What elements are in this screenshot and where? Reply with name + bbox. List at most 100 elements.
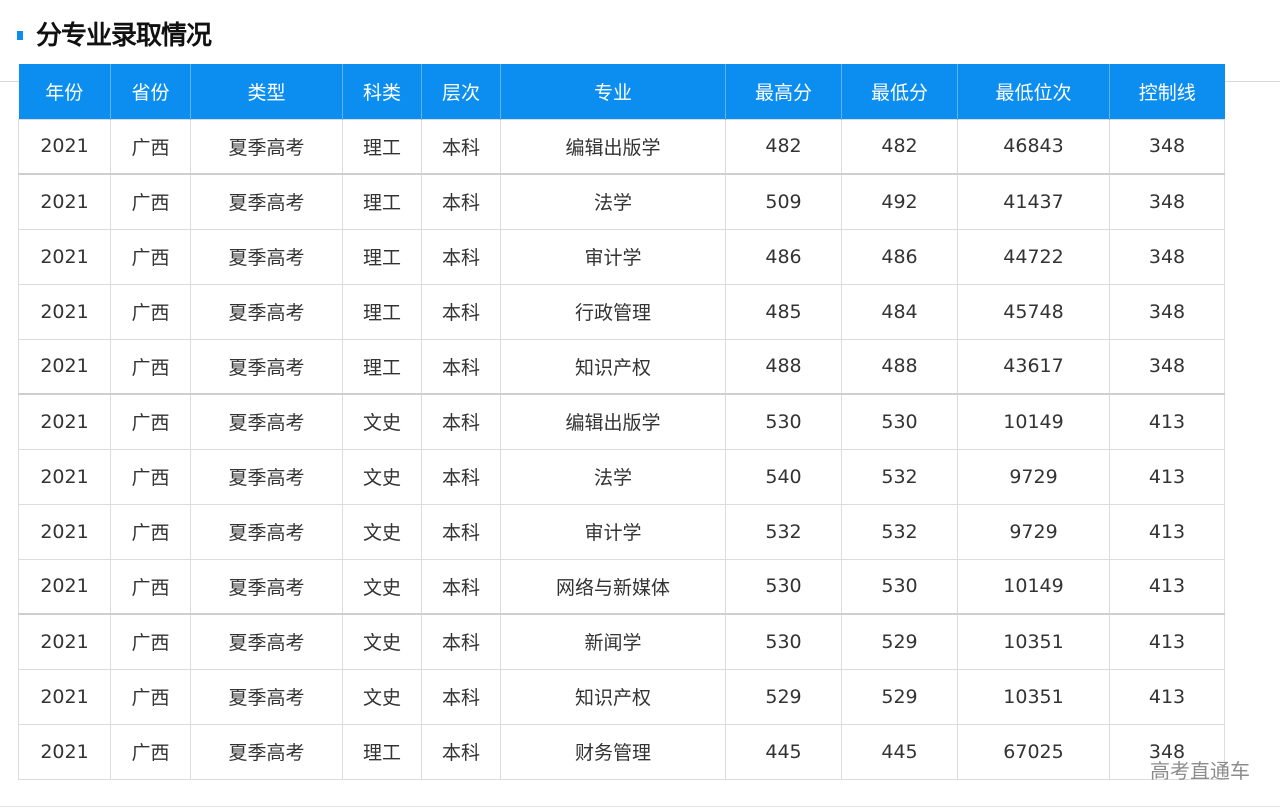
cell-category: 理工 (342, 118, 422, 175)
cell-province: 广西 (110, 173, 191, 230)
cell-major: 法学 (500, 173, 726, 230)
cell-major: 编辑出版学 (500, 118, 726, 175)
cell-year: 2021 (18, 503, 111, 560)
admission-table-container: 年份 省份 类型 科类 层次 专业 最高分 最低分 最低位次 控制线 2021 … (18, 64, 1225, 780)
cell-major: 财务管理 (500, 723, 726, 780)
cell-control-line: 348 (1109, 228, 1225, 285)
cell-category: 理工 (342, 723, 422, 780)
cell-category: 文史 (342, 393, 422, 450)
cell-control-line: 413 (1109, 668, 1225, 725)
cell-type: 夏季高考 (190, 228, 343, 285)
table-body: 2021 广西 夏季高考 理工 本科 编辑出版学 482 482 46843 3… (18, 118, 1225, 780)
table-row: 2021 广西 夏季高考 理工 本科 法学 509 492 41437 348 (18, 173, 1225, 230)
cell-major: 法学 (500, 448, 726, 505)
cell-min-score: 529 (841, 668, 958, 725)
cell-max-score: 509 (725, 173, 842, 230)
cell-level: 本科 (421, 723, 501, 780)
cell-min-rank: 10351 (957, 613, 1110, 670)
cell-type: 夏季高考 (190, 393, 343, 450)
cell-category: 理工 (342, 228, 422, 285)
cell-control-line: 413 (1109, 448, 1225, 505)
cell-max-score: 488 (725, 338, 842, 395)
cell-type: 夏季高考 (190, 723, 343, 780)
col-header-max-score: 最高分 (725, 64, 842, 119)
cell-min-rank: 45748 (957, 283, 1110, 340)
cell-province: 广西 (110, 228, 191, 285)
col-header-type: 类型 (190, 64, 343, 119)
cell-level: 本科 (421, 338, 501, 395)
table-row: 2021 广西 夏季高考 文史 本科 新闻学 530 529 10351 413 (18, 613, 1225, 670)
col-header-level: 层次 (421, 64, 501, 119)
cell-province: 广西 (110, 503, 191, 560)
cell-province: 广西 (110, 558, 191, 615)
table-row: 2021 广西 夏季高考 理工 本科 财务管理 445 445 67025 34… (18, 723, 1225, 780)
table-row: 2021 广西 夏季高考 文史 本科 知识产权 529 529 10351 41… (18, 668, 1225, 725)
cell-year: 2021 (18, 613, 111, 670)
cell-major: 知识产权 (500, 668, 726, 725)
cell-min-rank: 43617 (957, 338, 1110, 395)
cell-control-line: 348 (1109, 173, 1225, 230)
cell-level: 本科 (421, 228, 501, 285)
cell-category: 文史 (342, 503, 422, 560)
cell-type: 夏季高考 (190, 613, 343, 670)
cell-major: 编辑出版学 (500, 393, 726, 450)
table-header-row: 年份 省份 类型 科类 层次 专业 最高分 最低分 最低位次 控制线 (18, 64, 1225, 119)
cell-type: 夏季高考 (190, 668, 343, 725)
admission-table: 年份 省份 类型 科类 层次 专业 最高分 最低分 最低位次 控制线 2021 … (18, 64, 1225, 780)
cell-type: 夏季高考 (190, 338, 343, 395)
table-row: 2021 广西 夏季高考 文史 本科 网络与新媒体 530 530 10149 … (18, 558, 1225, 615)
cell-level: 本科 (421, 118, 501, 175)
cell-category: 文史 (342, 448, 422, 505)
cell-min-score: 445 (841, 723, 958, 780)
cell-type: 夏季高考 (190, 448, 343, 505)
cell-min-rank: 67025 (957, 723, 1110, 780)
col-header-major: 专业 (500, 64, 726, 119)
cell-type: 夏季高考 (190, 503, 343, 560)
cell-province: 广西 (110, 393, 191, 450)
cell-major: 审计学 (500, 228, 726, 285)
bottom-divider (0, 806, 1280, 807)
cell-category: 文史 (342, 613, 422, 670)
cell-max-score: 532 (725, 503, 842, 560)
cell-province: 广西 (110, 668, 191, 725)
col-header-province: 省份 (110, 64, 191, 119)
cell-year: 2021 (18, 283, 111, 340)
cell-min-score: 530 (841, 393, 958, 450)
cell-min-score: 492 (841, 173, 958, 230)
table-row: 2021 广西 夏季高考 理工 本科 审计学 486 486 44722 348 (18, 228, 1225, 285)
cell-min-rank: 10351 (957, 668, 1110, 725)
cell-control-line: 413 (1109, 393, 1225, 450)
cell-type: 夏季高考 (190, 173, 343, 230)
cell-max-score: 540 (725, 448, 842, 505)
cell-max-score: 530 (725, 393, 842, 450)
cell-control-line: 413 (1109, 613, 1225, 670)
cell-major: 知识产权 (500, 338, 726, 395)
cell-control-line: 348 (1109, 283, 1225, 340)
table-row: 2021 广西 夏季高考 理工 本科 知识产权 488 488 43617 34… (18, 338, 1225, 395)
cell-max-score: 482 (725, 118, 842, 175)
cell-province: 广西 (110, 613, 191, 670)
cell-year: 2021 (18, 558, 111, 615)
cell-province: 广西 (110, 338, 191, 395)
cell-control-line: 348 (1109, 338, 1225, 395)
watermark-text: 高考直通车 (1150, 759, 1250, 783)
cell-category: 文史 (342, 668, 422, 725)
cell-control-line: 413 (1109, 503, 1225, 560)
cell-min-score: 488 (841, 338, 958, 395)
cell-year: 2021 (18, 668, 111, 725)
cell-control-line: 413 (1109, 558, 1225, 615)
cell-min-score: 529 (841, 613, 958, 670)
table-row: 2021 广西 夏季高考 理工 本科 行政管理 485 484 45748 34… (18, 283, 1225, 340)
cell-year: 2021 (18, 228, 111, 285)
cell-year: 2021 (18, 338, 111, 395)
cell-major: 网络与新媒体 (500, 558, 726, 615)
cell-max-score: 530 (725, 558, 842, 615)
cell-level: 本科 (421, 173, 501, 230)
title-marker-icon (17, 31, 23, 40)
col-header-category: 科类 (342, 64, 422, 119)
cell-min-score: 532 (841, 503, 958, 560)
cell-province: 广西 (110, 448, 191, 505)
cell-min-rank: 9729 (957, 503, 1110, 560)
cell-level: 本科 (421, 393, 501, 450)
cell-year: 2021 (18, 393, 111, 450)
